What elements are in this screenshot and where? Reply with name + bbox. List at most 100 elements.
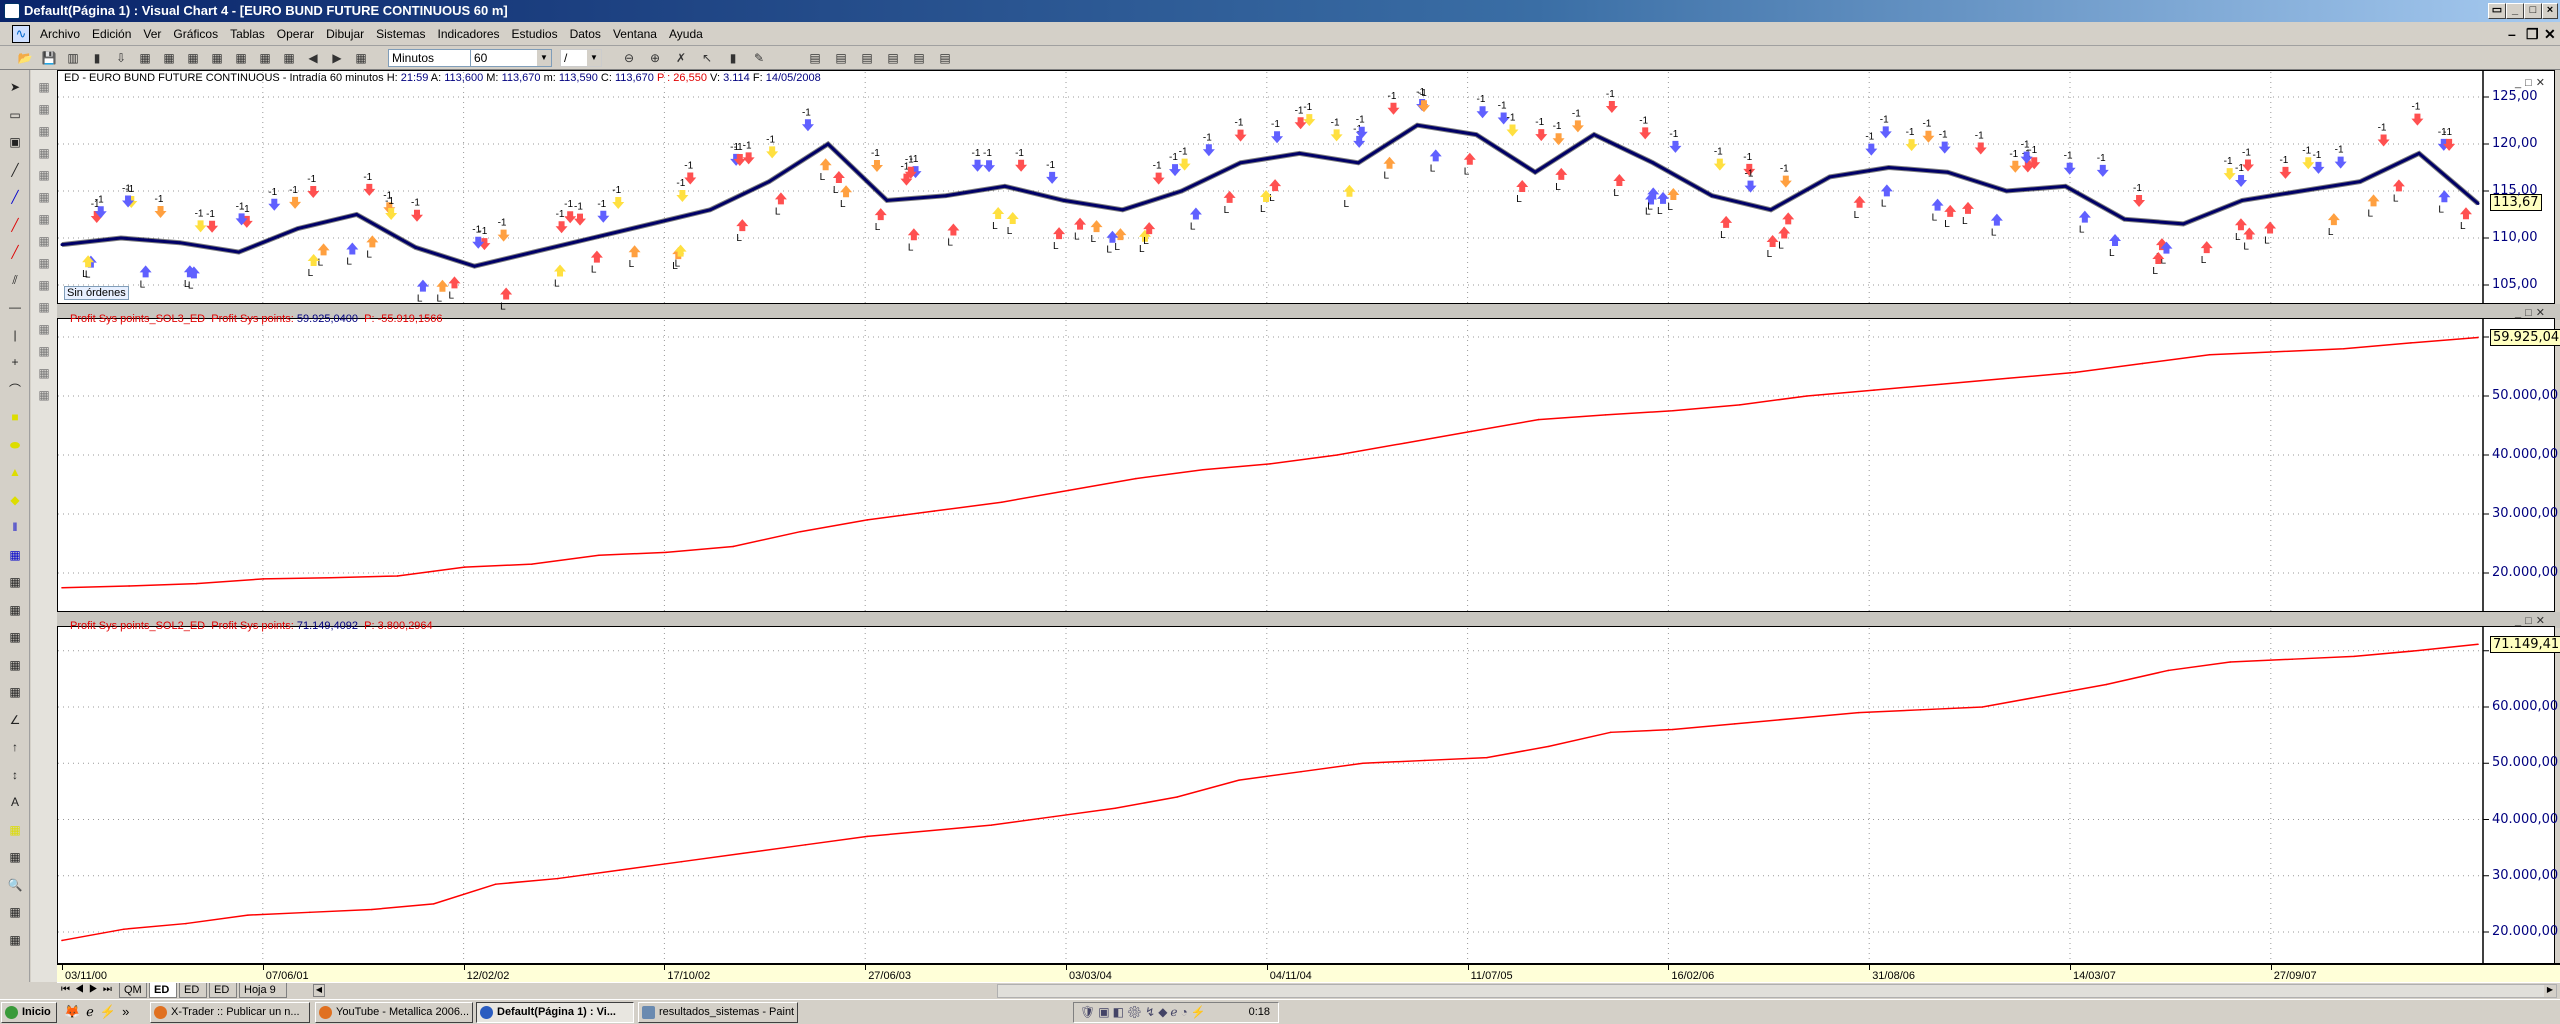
sell-signal-arrow — [268, 198, 281, 211]
x-axis-label: 12/02/02 — [466, 970, 510, 982]
signal-label: -1 — [268, 187, 277, 198]
p-value: P: 3.800,2964 — [364, 620, 433, 632]
buy-signal-arrow — [1555, 167, 1568, 180]
equity-sol2-line-point — [866, 835, 869, 838]
price-point — [1651, 161, 1655, 165]
signal-label: L — [2368, 208, 2374, 219]
equity-sol3-line-point — [61, 586, 63, 589]
buy-signal-arrow — [1053, 227, 1066, 240]
equity-sol2-line-point — [1114, 807, 1116, 810]
signal-label: L — [140, 279, 146, 290]
tab-ed[interactable]: ED — [149, 983, 177, 998]
buy-signal-arrow — [500, 287, 513, 300]
equity-sol2-line-point — [185, 922, 187, 925]
buy-signal-arrow — [1090, 220, 1103, 233]
equity-sol3-line-point — [1806, 395, 1808, 397]
sell-signal-arrow — [684, 172, 697, 185]
signal-label: L — [1343, 199, 1349, 210]
pane-window-buttons[interactable]: _□✕ — [2515, 614, 2549, 627]
sheet-tabs-bar: ⏮◀▶⏭ QM ED ED ED Hoja 9 ◀ ▶ — [57, 982, 2560, 999]
start-button[interactable]: Inicio — [1, 1002, 57, 1023]
signal-label: -1 — [1046, 160, 1055, 171]
signal-label: -1 — [1606, 89, 1615, 100]
sell-signal-arrow — [1152, 172, 1165, 185]
y-axis-label: 60.000,00 — [2492, 699, 2559, 714]
buy-signal-arrow — [992, 207, 1005, 220]
signal-label: L — [2079, 225, 2085, 236]
price-point — [2005, 189, 2009, 193]
price-point — [2358, 180, 2362, 184]
sell-signal-arrow — [573, 213, 586, 226]
signal-label: -1 — [2097, 153, 2106, 164]
taskbar-item[interactable]: Default(Página 1) : Vi... — [476, 1002, 634, 1023]
field-value: 26,550 — [673, 72, 707, 84]
signal-label: -1 — [2279, 155, 2288, 166]
buy-signal-arrow — [1720, 215, 1733, 228]
buy-signal-arrow — [2109, 234, 2122, 247]
time-axis[interactable]: 03/11/00 07/06/01 12/02/02 17/10/02 27/06/03… — [57, 963, 2560, 982]
tab-nav-arrows-icon[interactable]: ⏮◀▶⏭ — [61, 984, 117, 995]
buy-signal-arrow — [554, 264, 567, 277]
taskbar-item[interactable]: resultados_sistemas - Paint — [638, 1002, 798, 1023]
pane-window-buttons[interactable]: _□✕ — [2515, 76, 2549, 89]
signal-label: -1 — [1387, 91, 1396, 102]
tray-icons[interactable]: 🛡▣◧⚙↯◆ℯ◔⚡ — [1080, 1005, 1209, 1019]
tab-hoja-9[interactable]: Hoja 9 — [239, 983, 287, 998]
equity-sol3-line-point — [2410, 342, 2412, 344]
signal-label: -1 — [2224, 156, 2233, 167]
x-axis-label: 31/08/06 — [1872, 970, 1916, 982]
buy-signal-arrow — [448, 276, 461, 289]
equity-sol3-line-point — [530, 563, 533, 565]
sell-signal-arrow — [1506, 124, 1519, 137]
horizontal-scrollbar[interactable]: ▶ — [997, 984, 2557, 998]
signal-label: -1 — [1331, 117, 1340, 128]
pane-window-buttons[interactable]: _□✕ — [2515, 306, 2549, 319]
equity-sol2-line-point — [2229, 661, 2232, 663]
sell-signal-arrow — [1639, 127, 1652, 140]
field-value: 113,670 — [501, 72, 541, 84]
buy-signal-arrow — [2078, 210, 2091, 223]
sell-signal-arrow — [410, 209, 423, 222]
sell-signal-arrow — [1552, 133, 1565, 146]
taskbar-item-label: X-Trader :: Publicar un n... — [171, 1006, 300, 1018]
equity-sol3-line-point — [1403, 442, 1406, 445]
x-axis-tick — [865, 965, 867, 970]
signal-label: -1 — [289, 185, 298, 196]
sell-signal-arrow — [307, 186, 320, 199]
price-point — [1769, 208, 1773, 212]
signal-label: -1 — [1572, 108, 1581, 119]
scroll-left-button[interactable]: ◀ — [313, 984, 325, 997]
equity-sol3-header: Profit Sys points_SOL3_ED Profit Sys poi… — [70, 313, 442, 326]
signal-label: L — [1007, 226, 1013, 237]
buy-signal-arrow — [1343, 184, 1356, 197]
equity-sol2-line-point — [308, 911, 311, 914]
field-value: 113,670 — [614, 72, 654, 84]
sell-signal-arrow — [1169, 164, 1182, 177]
field-label: M: — [486, 72, 499, 84]
buy-signal-arrow — [317, 243, 330, 256]
tab-qm[interactable]: QM — [119, 983, 147, 998]
signal-label: L — [591, 265, 597, 276]
equity-sol3-line-point — [1134, 477, 1137, 480]
equity-sol3-line-point — [933, 510, 936, 512]
tab-ed[interactable]: ED — [209, 983, 237, 998]
quick-launch-icons[interactable]: 🦊ℯ⚡» — [64, 1004, 135, 1020]
x-axis-label: 14/03/07 — [2073, 970, 2116, 982]
taskbar-item[interactable]: YouTube - Metallica 2006... — [315, 1002, 473, 1023]
buy-signal-arrow — [1074, 217, 1087, 230]
price-point — [826, 142, 830, 146]
equity-sol2-line-point — [990, 824, 993, 826]
equity-sol3-line-point — [1336, 454, 1338, 456]
price-point — [1533, 170, 1537, 174]
sell-signal-arrow — [1922, 130, 1935, 143]
signal-label: -1 — [972, 148, 981, 159]
buy-signal-arrow — [1106, 230, 1119, 243]
taskbar-item[interactable]: X-Trader :: Publicar un n... — [150, 1002, 310, 1023]
sell-signal-arrow — [1330, 129, 1343, 142]
price-point — [1356, 161, 1360, 165]
tab-ed[interactable]: ED — [179, 983, 207, 998]
scroll-right-button[interactable]: ▶ — [2544, 985, 2556, 997]
signal-label: -1 — [1418, 88, 1427, 99]
signal-label: -1 — [766, 134, 775, 145]
price-point — [2181, 222, 2185, 226]
